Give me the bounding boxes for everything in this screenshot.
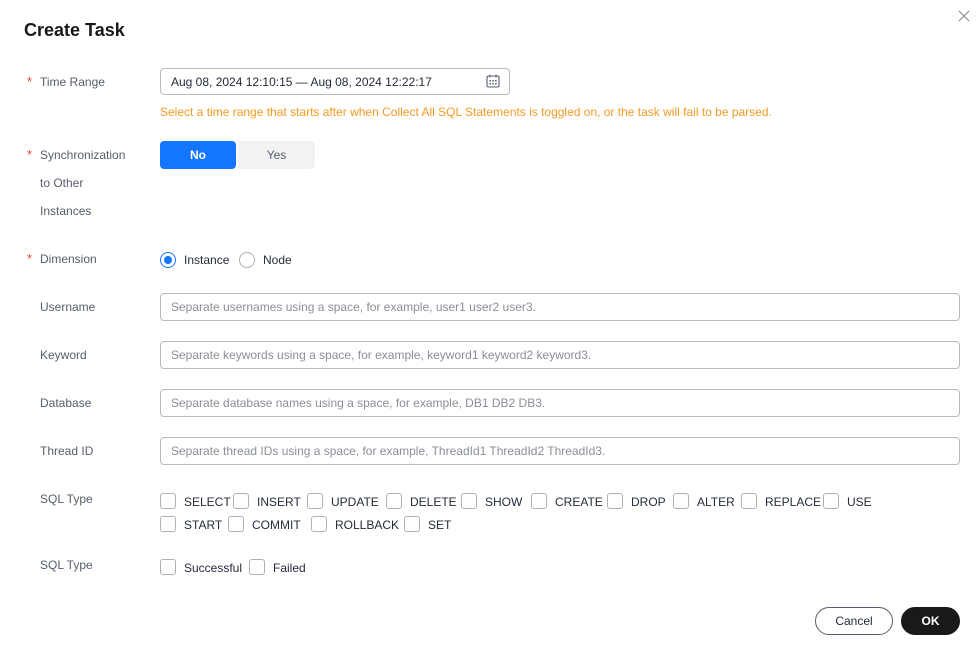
database-label: Database [40,396,92,410]
checkbox-delete[interactable] [386,493,402,509]
checkbox-create[interactable] [531,493,547,509]
dimension-radio-instance[interactable] [160,252,176,268]
sql-result-label: SQL Type [40,558,93,572]
sync-label-line1: Synchronization [40,148,126,162]
checkbox-label-update[interactable]: UPDATE [331,494,379,510]
sync-option-no[interactable]: No [160,141,236,169]
keyword-label: Keyword [40,348,87,362]
checkbox-label-failed[interactable]: Failed [273,560,306,576]
checkbox-label-use[interactable]: USE [847,494,872,510]
dimension-option-node[interactable]: Node [263,252,292,268]
checkbox-label-create[interactable]: CREATE [555,494,603,510]
dimension-label: * Dimension [27,245,97,273]
keyword-input[interactable]: Separate keywords using a space, for exa… [160,341,960,369]
calendar-icon [486,74,500,88]
dimension-option-instance[interactable]: Instance [184,252,229,268]
dimension-radio-node[interactable] [239,252,255,268]
time-range-hint: Select a time range that starts after wh… [160,105,772,119]
thread-id-input[interactable]: Separate thread IDs using a space, for e… [160,437,960,465]
required-marker: * [27,147,33,162]
checkbox-label-delete[interactable]: DELETE [410,494,457,510]
checkbox-commit[interactable] [228,516,244,532]
checkbox-use[interactable] [823,493,839,509]
checkbox-update[interactable] [307,493,323,509]
checkbox-successful[interactable] [160,559,176,575]
cancel-button[interactable]: Cancel [815,607,893,635]
checkbox-label-commit[interactable]: COMMIT [252,517,301,533]
checkbox-label-set[interactable]: SET [428,517,451,533]
checkbox-label-rollback[interactable]: ROLLBACK [335,517,399,533]
required-marker: * [27,74,33,89]
username-input[interactable]: Separate usernames using a space, for ex… [160,293,960,321]
dimension-label-text: Dimension [40,252,97,266]
checkbox-show[interactable] [461,493,477,509]
checkbox-replace[interactable] [741,493,757,509]
time-range-picker[interactable]: Aug 08, 2024 12:10:15 — Aug 08, 2024 12:… [160,68,510,95]
checkbox-select[interactable] [160,493,176,509]
checkbox-failed[interactable] [249,559,265,575]
sync-label: * Synchronization to Other Instances [27,141,126,225]
checkbox-label-select[interactable]: SELECT [184,494,231,510]
username-label: Username [40,300,96,314]
sync-label-line3: Instances [40,204,92,218]
time-range-label-text: Time Range [40,75,105,89]
checkbox-rollback[interactable] [311,516,327,532]
checkbox-label-replace[interactable]: REPLACE [765,494,821,510]
close-icon[interactable] [956,8,972,24]
time-range-label: * Time Range [27,68,105,96]
database-input[interactable]: Separate database names using a space, f… [160,389,960,417]
checkbox-label-alter[interactable]: ALTER [697,494,735,510]
sql-type-label: SQL Type [40,492,93,506]
sync-option-yes[interactable]: Yes [238,141,315,169]
checkbox-label-drop[interactable]: DROP [631,494,666,510]
ok-button[interactable]: OK [901,607,960,635]
checkbox-insert[interactable] [233,493,249,509]
checkbox-start[interactable] [160,516,176,532]
checkbox-label-insert[interactable]: INSERT [257,494,301,510]
checkbox-drop[interactable] [607,493,623,509]
checkbox-alter[interactable] [673,493,689,509]
sync-label-line2: to Other [40,176,84,190]
checkbox-label-start[interactable]: START [184,517,222,533]
time-range-value: Aug 08, 2024 12:10:15 — Aug 08, 2024 12:… [171,75,432,89]
required-marker: * [27,251,33,266]
thread-id-label: Thread ID [40,444,94,458]
checkbox-label-show[interactable]: SHOW [485,494,522,510]
dialog-title: Create Task [24,20,125,40]
checkbox-set[interactable] [404,516,420,532]
checkbox-label-successful[interactable]: Successful [184,560,242,576]
